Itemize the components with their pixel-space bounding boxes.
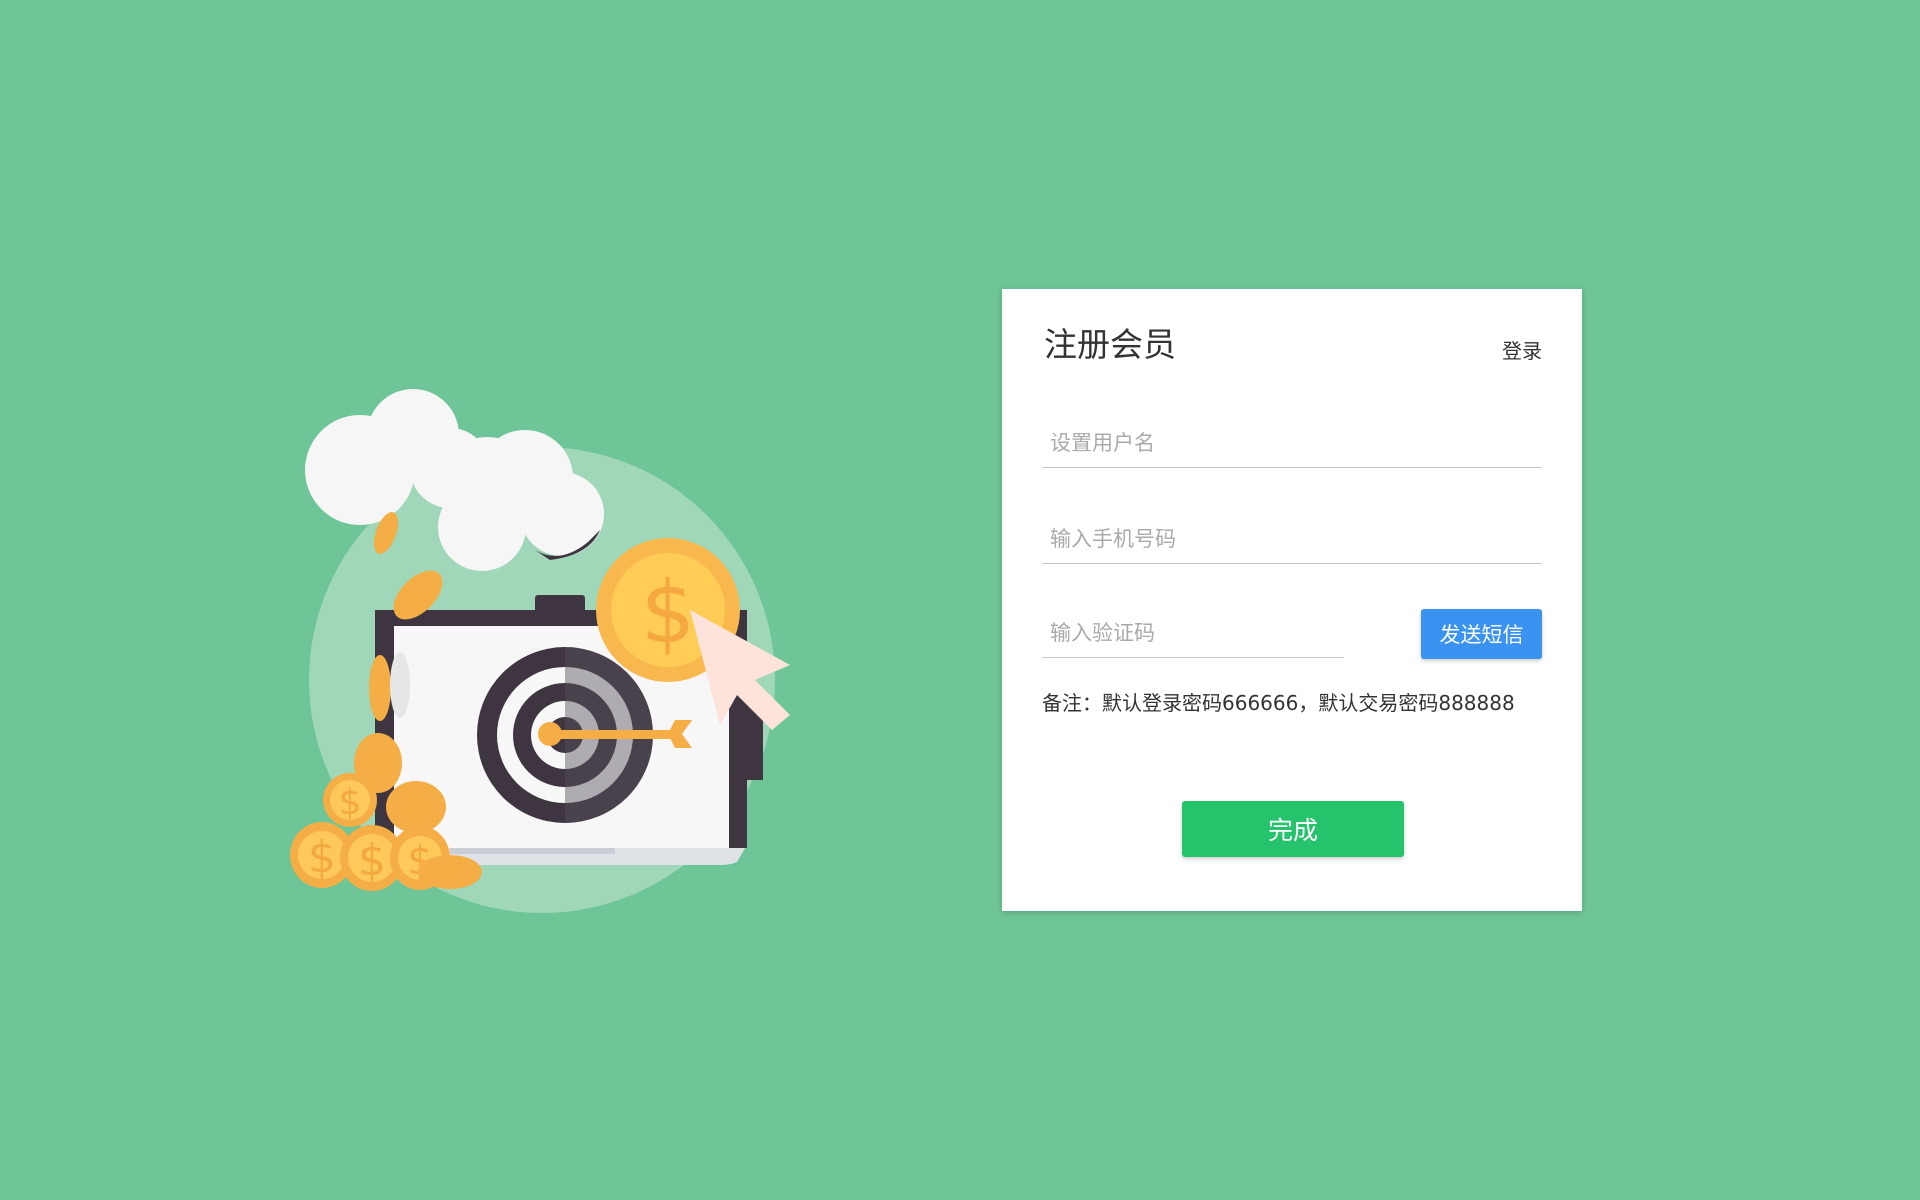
phone-input[interactable] (1042, 514, 1542, 564)
password-note: 备注：默认登录密码666666，默认交易密码888888 (1042, 691, 1515, 715)
submit-button[interactable]: 完成 (1182, 801, 1404, 857)
svg-text:$: $ (641, 563, 696, 663)
login-link[interactable]: 登录 (1502, 335, 1542, 364)
register-card: 注册会员 登录 发送短信 备注：默认登录密码666666，默认交易密码88888… (1002, 289, 1582, 911)
page-title: 注册会员 (1044, 325, 1176, 364)
svg-text:$: $ (339, 782, 362, 823)
hero-illustration: $ $ $ $ $ (250, 370, 800, 920)
send-sms-button[interactable]: 发送短信 (1421, 609, 1542, 659)
svg-text:$: $ (308, 832, 336, 883)
svg-text:$: $ (358, 835, 386, 886)
laptop-target-coins-icon: $ $ $ $ $ (290, 389, 790, 913)
username-input[interactable] (1042, 418, 1542, 468)
verification-code-input[interactable] (1042, 608, 1344, 658)
